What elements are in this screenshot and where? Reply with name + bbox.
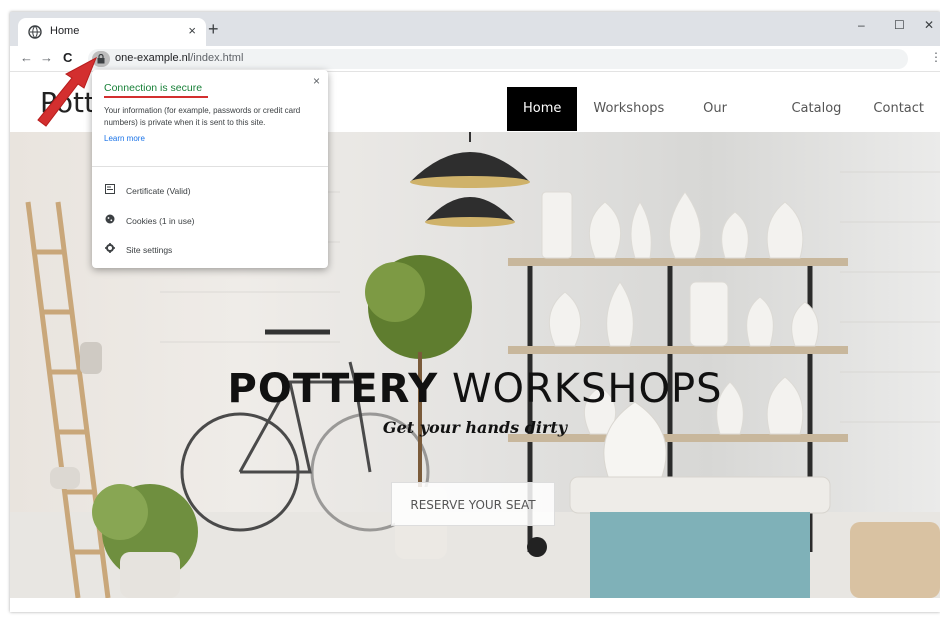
url-text[interactable]: one-example.nl/index.html <box>115 52 243 64</box>
nav-item-our-story[interactable]: Our Story <box>687 87 775 160</box>
url-path: /index.html <box>190 52 244 64</box>
hero-title: POTTERY WORKSHOPS <box>10 366 940 412</box>
address-bar[interactable]: one-example.nl/index.html ☆ <box>88 49 908 69</box>
cookie-icon <box>105 214 115 224</box>
browser-menu-icon[interactable]: ⋮ <box>930 50 940 64</box>
popup-divider <box>92 166 328 167</box>
popup-close-icon[interactable]: × <box>313 74 320 88</box>
hero-title-light: WORKSHOPS <box>438 366 723 412</box>
nav-item-workshops[interactable]: Workshops ⌄ <box>577 87 687 160</box>
site-settings-label: Site settings <box>126 245 173 255</box>
reserve-seat-button[interactable]: RESERVE YOUR SEAT <box>391 482 555 526</box>
certificate-row[interactable]: Certificate (Valid) <box>104 184 191 196</box>
new-tab-button[interactable]: + <box>208 20 219 38</box>
site-nav: Home Workshops ⌄ Our Story Catalog Conta… <box>507 87 940 160</box>
connection-description: Your information (for example, passwords… <box>104 106 301 127</box>
cookies-label: Cookies (1 in use) <box>126 216 195 226</box>
nav-item-contact[interactable]: Contact <box>857 87 940 131</box>
tab-strip: Home × + – ☐ ✕ <box>10 12 940 46</box>
gear-icon <box>105 243 115 253</box>
certificate-label: Certificate (Valid) <box>126 186 191 196</box>
nav-item-home[interactable]: Home <box>507 87 578 131</box>
annotation-arrow-icon <box>37 56 97 127</box>
learn-more-link[interactable]: Learn more <box>104 134 145 143</box>
hero-subtitle: Get your hands dirty <box>382 418 568 437</box>
site-settings-row[interactable]: Site settings <box>104 243 172 255</box>
certificate-icon <box>105 184 115 194</box>
hero-title-bold: POTTERY <box>227 366 439 412</box>
nav-item-catalog[interactable]: Catalog <box>775 87 857 131</box>
minimize-button[interactable]: – <box>858 18 865 32</box>
cookies-row[interactable]: Cookies (1 in use) <box>104 214 195 226</box>
browser-toolbar: ← → C one-example.nl/index.html ☆ ⋮ <box>10 46 940 72</box>
browser-window: Home × + – ☐ ✕ ← → C one-example.nl/inde… <box>10 12 940 612</box>
close-window-button[interactable]: ✕ <box>924 18 934 32</box>
maximize-button[interactable]: ☐ <box>894 18 905 32</box>
tab-close-icon[interactable]: × <box>188 23 196 38</box>
